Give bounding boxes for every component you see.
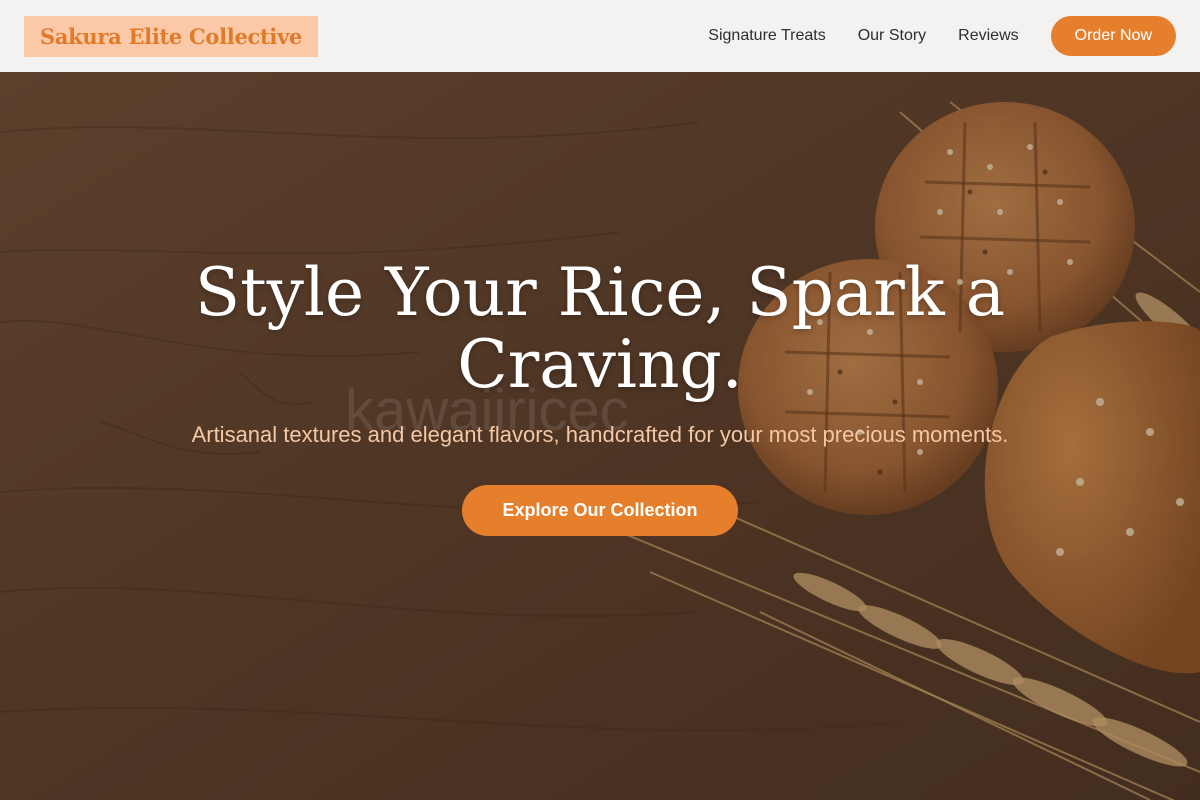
hero-subtitle: Artisanal textures and elegant flavors, … [191, 422, 1009, 447]
main-nav: Signature Treats Our Story Reviews Order… [708, 16, 1176, 56]
nav-link-our-story[interactable]: Our Story [858, 27, 926, 45]
brand-logo[interactable]: Sakura Elite Collective [24, 15, 319, 57]
site-header: Sakura Elite Collective Signature Treats… [0, 0, 1200, 72]
hero-section: kawaiiricec Style Your Rice, Spark a Cra… [0, 72, 1200, 800]
nav-link-reviews[interactable]: Reviews [958, 27, 1018, 45]
hero-content: Style Your Rice, Spark a Craving. Artisa… [150, 257, 1050, 536]
explore-collection-button[interactable]: Explore Our Collection [462, 485, 738, 536]
hero-title: Style Your Rice, Spark a Craving. [194, 254, 1006, 403]
order-now-button[interactable]: Order Now [1050, 16, 1176, 56]
nav-link-signature-treats[interactable]: Signature Treats [708, 27, 825, 45]
